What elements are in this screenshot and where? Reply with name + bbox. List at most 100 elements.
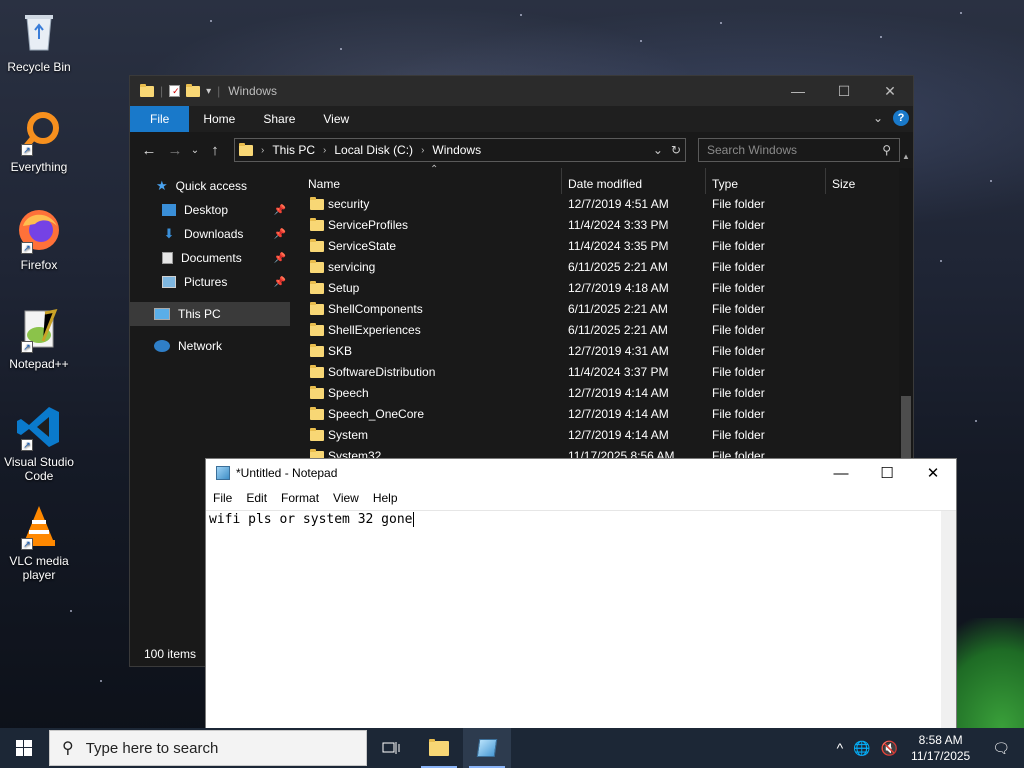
file-row[interactable]: ServiceProfiles 11/4/2024 3:33 PM File fol… (290, 215, 913, 236)
menu-edit[interactable]: Edit (239, 491, 274, 505)
file-row[interactable]: ShellComponents 6/11/2025 2:21 AM File fol… (290, 299, 913, 320)
scroll-up-icon[interactable]: ▲ (902, 152, 910, 161)
desktop-icon-vlc[interactable]: ↗ VLC media player (0, 502, 78, 582)
nav-item-desktop[interactable]: Desktop 📌 (130, 198, 290, 222)
file-row[interactable]: SoftwareDistribution 11/4/2024 3:37 PM Fil… (290, 362, 913, 383)
nav-label: Desktop (184, 203, 229, 217)
nav-item-this-pc[interactable]: This PC (130, 302, 290, 326)
desktop-icon-recycle-bin[interactable]: Recycle Bin (0, 8, 78, 74)
file-row[interactable]: Speech 12/7/2019 4:14 AM File folder (290, 383, 913, 404)
help-icon[interactable]: ? (893, 110, 909, 126)
file-row[interactable]: System 12/7/2019 4:14 AM File folder (290, 425, 913, 446)
nav-item-quick-access[interactable]: ★ Quick access (130, 174, 290, 198)
file-type: File folder (712, 239, 765, 253)
breadcrumb-chevron-icon[interactable]: › (323, 145, 326, 156)
taskbar-search-box[interactable]: ⚲ Type here to search (49, 730, 367, 766)
pin-icon[interactable]: 📌 (274, 253, 286, 264)
notepad-icon (216, 466, 230, 480)
new-folder-icon[interactable] (186, 83, 201, 97)
file-type: File folder (712, 344, 765, 358)
minimize-button[interactable]: — (818, 459, 864, 487)
column-header-name[interactable]: Name (302, 168, 562, 194)
desktop-icon-label: Recycle Bin (7, 60, 71, 74)
file-date: 6/11/2025 2:21 AM (568, 323, 668, 337)
address-bar[interactable]: › This PC › Local Disk (C:) › Windows ⌄ … (234, 138, 686, 162)
pin-icon[interactable]: 📌 (274, 205, 286, 216)
breadcrumb-chevron-icon[interactable]: › (421, 145, 424, 156)
minimize-button[interactable]: — (775, 76, 821, 106)
taskbar-notepad[interactable] (463, 728, 511, 768)
nav-item-network[interactable]: Network (130, 334, 290, 358)
up-arrow-icon[interactable]: ↑ (202, 142, 228, 159)
menu-help[interactable]: Help (366, 491, 405, 505)
tab-file[interactable]: File (130, 106, 190, 132)
expand-ribbon-icon[interactable]: ⌄ (873, 111, 883, 125)
file-date: 6/11/2025 2:21 AM (568, 260, 668, 274)
notepad-scrollbar[interactable] (941, 511, 956, 729)
file-row[interactable]: servicing 6/11/2025 2:21 AM File folder (290, 257, 913, 278)
search-input[interactable]: Search Windows ⚲ (698, 138, 900, 162)
vlc-icon: ↗ (15, 502, 63, 550)
address-dropdown-icon[interactable]: ⌄ (653, 143, 663, 157)
tab-home[interactable]: Home (189, 106, 249, 132)
file-row[interactable]: Setup 12/7/2019 4:18 AM File folder (290, 278, 913, 299)
breadcrumb-local-disk[interactable]: Local Disk (C:) (334, 143, 413, 157)
file-row[interactable]: ShellExperiences 6/11/2025 2:21 AM File fo… (290, 320, 913, 341)
properties-icon[interactable]: ✓ (169, 85, 181, 97)
desktop-icon (162, 204, 176, 216)
menu-file[interactable]: File (206, 491, 239, 505)
maximize-button[interactable]: ☐ (864, 459, 910, 487)
breadcrumb-this-pc[interactable]: This PC (272, 143, 315, 157)
file-date: 12/7/2019 4:14 AM (568, 407, 669, 421)
file-row[interactable]: SKB 12/7/2019 4:31 AM File folder (290, 341, 913, 362)
menu-format[interactable]: Format (274, 491, 326, 505)
volume-muted-icon[interactable]: 🔇 (876, 740, 903, 757)
close-button[interactable]: ✕ (910, 459, 956, 487)
breadcrumb-windows[interactable]: Windows (432, 143, 481, 157)
desktop-icon-notepadpp[interactable]: ↗ Notepad++ (0, 305, 78, 371)
notepad-title-bar[interactable]: *Untitled - Notepad — ☐ ✕ (206, 459, 956, 487)
desktop-icon-everything[interactable]: ↗ Everything (0, 108, 78, 174)
scrollbar-thumb[interactable] (901, 396, 911, 458)
file-row[interactable]: ServiceState 11/4/2024 3:35 PM File folder (290, 236, 913, 257)
show-hidden-icons-chevron-icon[interactable]: ^ (832, 740, 849, 756)
language-globe-icon[interactable]: 🌐 (848, 740, 875, 757)
close-button[interactable]: ✕ (867, 76, 913, 106)
desktop-icon-vscode[interactable]: ↗ Visual Studio Code (0, 403, 78, 483)
refresh-icon[interactable]: ↻ (671, 143, 681, 157)
explorer-title-bar[interactable]: | ✓ ▾ | Windows — ☐ ✕ (130, 76, 913, 106)
folder-icon (310, 302, 324, 315)
tab-view[interactable]: View (309, 106, 363, 132)
forward-arrow-icon[interactable]: → (162, 142, 188, 159)
shortcut-arrow-icon: ↗ (21, 144, 33, 156)
column-header-date[interactable]: Date modified (562, 168, 706, 194)
start-button[interactable] (0, 728, 48, 768)
file-date: 12/7/2019 4:51 AM (568, 197, 669, 211)
column-header-size[interactable]: Size (826, 168, 898, 194)
column-header-type[interactable]: Type (706, 168, 826, 194)
tab-share[interactable]: Share (249, 106, 309, 132)
menu-view[interactable]: View (326, 491, 366, 505)
file-name: Setup (328, 281, 360, 295)
nav-item-downloads[interactable]: ⬇ Downloads 📌 (130, 222, 290, 246)
nav-item-documents[interactable]: Documents 📌 (130, 246, 290, 270)
taskbar-file-explorer[interactable] (415, 728, 463, 768)
recent-locations-chevron-icon[interactable]: ⌄ (188, 145, 202, 156)
clock[interactable]: 8:58 AM 11/17/2025 (903, 732, 978, 764)
vscode-icon: ↗ (15, 403, 63, 451)
folder-icon (310, 428, 324, 441)
file-row[interactable]: security 12/7/2019 4:51 AM File folder (290, 194, 913, 215)
back-arrow-icon[interactable]: ← (136, 142, 162, 159)
file-row[interactable]: Speech_OneCore 12/7/2019 4:14 AM File fold… (290, 404, 913, 425)
task-view-button[interactable] (367, 728, 415, 768)
qat-dropdown-icon[interactable]: ▾ (206, 86, 211, 97)
breadcrumb-chevron-icon[interactable]: › (261, 145, 264, 156)
notepad-text-area[interactable]: wifi pls or system 32 gone (206, 510, 956, 729)
desktop-icon-firefox[interactable]: ↗ Firefox (0, 206, 78, 272)
maximize-button[interactable]: ☐ (821, 76, 867, 106)
nav-item-pictures[interactable]: Pictures 📌 (130, 270, 290, 294)
notepad-window[interactable]: *Untitled - Notepad — ☐ ✕ File Edit Form… (205, 458, 957, 730)
pin-icon[interactable]: 📌 (274, 229, 286, 240)
notifications-icon[interactable]: 🗨 (978, 740, 1024, 757)
pin-icon[interactable]: 📌 (274, 277, 286, 288)
